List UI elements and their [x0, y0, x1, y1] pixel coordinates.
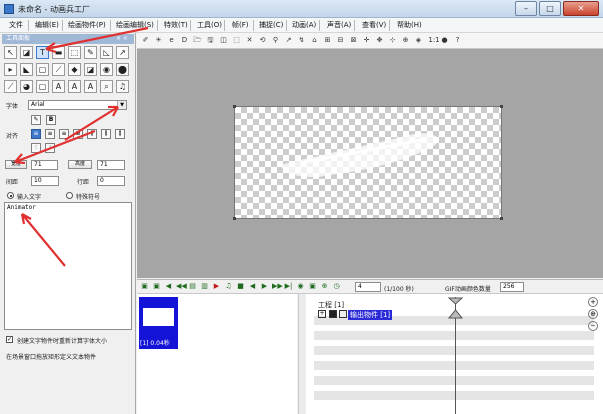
- red-arrow-toolbar: [45, 26, 149, 54]
- red-arrow-width: [14, 129, 96, 165]
- red-arrow-text: [20, 213, 66, 267]
- annotation-arrows: [14, 26, 149, 267]
- red-arrow-font: [64, 105, 119, 141]
